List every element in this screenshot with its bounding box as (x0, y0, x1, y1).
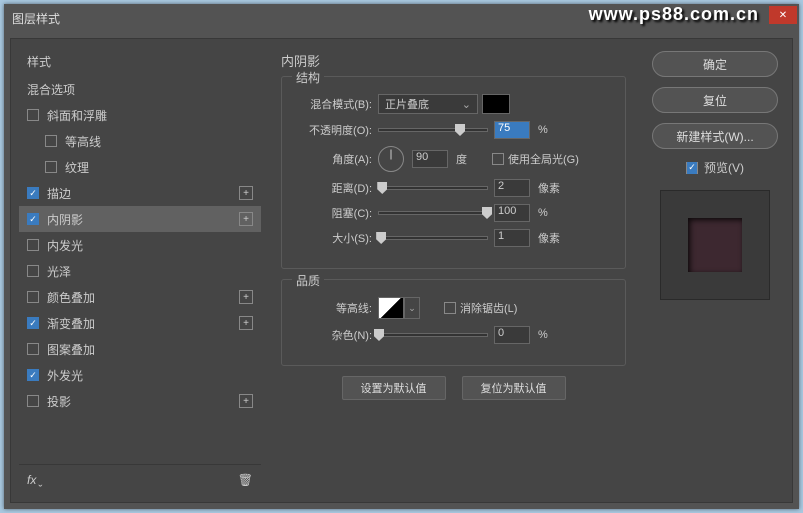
reset-button[interactable]: 复位 (652, 87, 778, 113)
size-input[interactable]: 1 (494, 229, 530, 247)
size-label: 大小(S): (294, 230, 372, 246)
choke-input[interactable]: 100 (494, 204, 530, 222)
style-item-6[interactable]: 光泽 (19, 258, 261, 284)
style-item-7[interactable]: 颜色叠加 + (19, 284, 261, 310)
style-checkbox[interactable] (27, 317, 39, 329)
new-style-button[interactable]: 新建样式(W)... (652, 123, 778, 149)
styles-sidebar: 样式 混合选项 斜面和浮雕等高线纹理描边 + 内阴影 + 内发光光泽颜色叠加 + 渐变叠加 +… (19, 47, 261, 494)
style-label: 描边 (47, 185, 71, 202)
style-label: 等高线 (65, 133, 101, 150)
distance-label: 距离(D): (294, 180, 372, 196)
antialias-label: 消除锯齿(L) (460, 300, 517, 316)
style-checkbox[interactable] (27, 265, 39, 277)
quality-group: 品质 等高线: ⌄ 消除锯齿(L) 杂色(N): 0 % (281, 279, 626, 366)
style-item-8[interactable]: 渐变叠加 + (19, 310, 261, 336)
noise-input[interactable]: 0 (494, 326, 530, 344)
make-default-button[interactable]: 设置为默认值 (342, 376, 446, 400)
style-checkbox[interactable] (27, 395, 39, 407)
style-checkbox[interactable] (27, 187, 39, 199)
window-title: 图层样式 (12, 10, 60, 27)
size-slider[interactable] (378, 236, 488, 240)
angle-label: 角度(A): (294, 151, 372, 167)
style-item-0[interactable]: 斜面和浮雕 (19, 102, 261, 128)
style-item-3[interactable]: 描边 + (19, 180, 261, 206)
reset-default-button[interactable]: 复位为默认值 (462, 376, 566, 400)
close-button[interactable]: ✕ (769, 6, 797, 24)
shadow-color-swatch[interactable] (482, 94, 510, 114)
style-item-10[interactable]: 外发光 (19, 362, 261, 388)
style-checkbox[interactable] (27, 239, 39, 251)
ok-button[interactable]: 确定 (652, 51, 778, 77)
structure-group: 结构 混合模式(B): 正片叠底 不透明度(O): 75 % 角度(A): 90… (281, 76, 626, 269)
titlebar: 图层样式 www.ps88.com.cn ✕ (4, 4, 799, 32)
add-effect-icon[interactable]: + (239, 290, 253, 304)
angle-input[interactable]: 90 (412, 150, 448, 168)
choke-slider[interactable] (378, 211, 488, 215)
style-label: 斜面和浮雕 (47, 107, 107, 124)
style-item-9[interactable]: 图案叠加 (19, 336, 261, 362)
style-checkbox[interactable] (27, 291, 39, 303)
style-item-2[interactable]: 纹理 (19, 154, 261, 180)
action-panel: 确定 复位 新建样式(W)... ✓ 预览(V) (646, 47, 784, 494)
watermark: www.ps88.com.cn (589, 4, 759, 25)
angle-dial[interactable] (378, 146, 404, 172)
styles-heading: 样式 (19, 47, 261, 76)
contour-picker[interactable] (378, 297, 404, 319)
style-label: 投影 (47, 393, 71, 410)
opacity-slider[interactable] (378, 128, 488, 132)
preview-checkbox[interactable]: ✓ (686, 162, 698, 174)
style-checkbox[interactable] (45, 135, 57, 147)
global-light-label: 使用全局光(G) (508, 151, 579, 167)
style-checkbox[interactable] (27, 213, 39, 225)
contour-label: 等高线: (294, 300, 372, 316)
style-checkbox[interactable] (45, 161, 57, 173)
style-label: 纹理 (65, 159, 89, 176)
settings-panel: 内阴影 结构 混合模式(B): 正片叠底 不透明度(O): 75 % 角度(A)… (269, 47, 638, 494)
trash-icon[interactable]: 🗑 (238, 473, 253, 487)
preview-label: 预览(V) (704, 159, 744, 176)
add-effect-icon[interactable]: + (239, 186, 253, 200)
fx-menu-icon[interactable]: ˬ (38, 473, 42, 487)
style-item-1[interactable]: 等高线 (19, 128, 261, 154)
noise-label: 杂色(N): (294, 327, 372, 343)
style-item-11[interactable]: 投影 + (19, 388, 261, 414)
style-label: 渐变叠加 (47, 315, 95, 332)
style-item-5[interactable]: 内发光 (19, 232, 261, 258)
style-item-4[interactable]: 内阴影 + (19, 206, 261, 232)
distance-input[interactable]: 2 (494, 179, 530, 197)
style-label: 内阴影 (47, 211, 83, 228)
opacity-input[interactable]: 75 (494, 121, 530, 139)
choke-label: 阻塞(C): (294, 205, 372, 221)
style-label: 图案叠加 (47, 341, 95, 358)
add-effect-icon[interactable]: + (239, 316, 253, 330)
style-checkbox[interactable] (27, 369, 39, 381)
blend-mode-label: 混合模式(B): (294, 96, 372, 112)
style-label: 内发光 (47, 237, 83, 254)
style-checkbox[interactable] (27, 343, 39, 355)
style-label: 外发光 (47, 367, 83, 384)
opacity-label: 不透明度(O): (294, 122, 372, 138)
preview-box (660, 190, 770, 300)
preview-swatch (688, 218, 742, 272)
antialias-checkbox[interactable] (444, 302, 456, 314)
style-label: 颜色叠加 (47, 289, 95, 306)
global-light-checkbox[interactable] (492, 153, 504, 165)
add-effect-icon[interactable]: + (239, 212, 253, 226)
distance-slider[interactable] (378, 186, 488, 190)
effect-title: 内阴影 (281, 51, 626, 70)
blend-mode-select[interactable]: 正片叠底 (378, 94, 478, 114)
sidebar-footer: fx ˬ 🗑 (19, 464, 261, 494)
noise-slider[interactable] (378, 333, 488, 337)
fx-icon[interactable]: fx (27, 473, 36, 487)
style-label: 光泽 (47, 263, 71, 280)
contour-dropdown-icon[interactable]: ⌄ (404, 297, 420, 319)
blending-options[interactable]: 混合选项 (19, 76, 261, 102)
add-effect-icon[interactable]: + (239, 394, 253, 408)
style-checkbox[interactable] (27, 109, 39, 121)
